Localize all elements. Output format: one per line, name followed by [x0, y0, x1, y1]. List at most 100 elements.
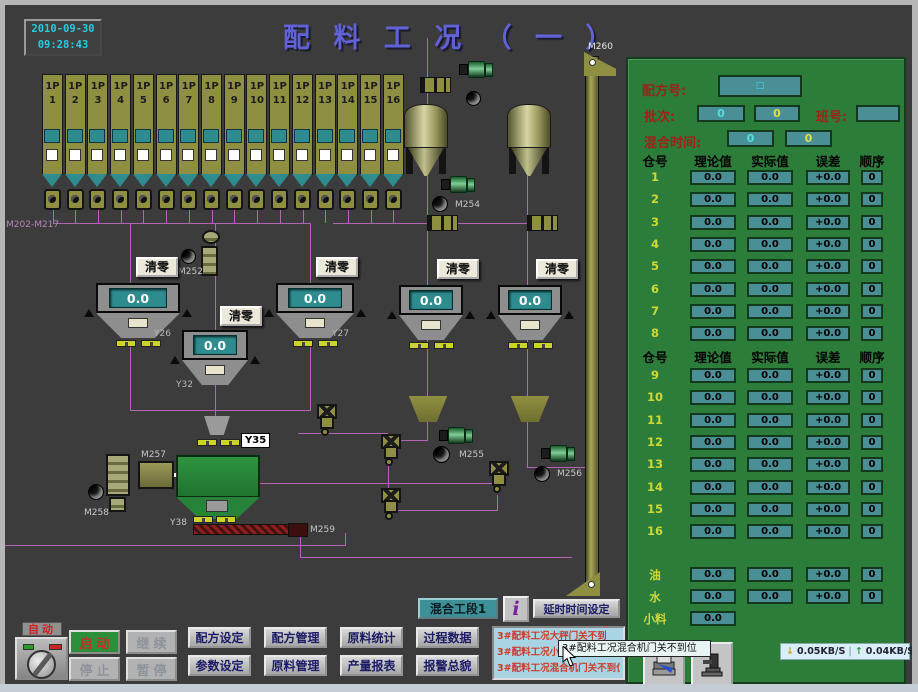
pause-button[interactable]: 暂停 — [126, 657, 177, 681]
bin-label: 1P10 — [247, 80, 266, 107]
clear-button[interactable]: 清零 — [136, 257, 178, 277]
material-row: 60.00.0+0.00 — [628, 282, 904, 298]
bin-status-box — [296, 149, 308, 161]
bin-level-indicator — [226, 129, 242, 143]
pump-base-icon — [109, 497, 126, 512]
bin-number: 5 — [636, 259, 674, 273]
order-value: 0 — [861, 589, 883, 604]
menu-button[interactable]: 配方设定 — [188, 627, 251, 648]
theoretical-value: 0.0 — [690, 326, 736, 341]
scale-label: Y26 — [154, 329, 171, 339]
motor-label-m259: M259 — [310, 525, 335, 535]
bin-outlet-cone — [133, 174, 153, 187]
error-value: +0.0 — [806, 567, 850, 582]
elevator-bearing — [589, 59, 596, 66]
rotary-knob-icon[interactable] — [27, 650, 56, 679]
start-button[interactable]: 启动 — [69, 630, 120, 654]
actual-value: 0.0 — [747, 170, 793, 185]
delay-time-setting-button[interactable]: 延时时间设定 — [533, 599, 620, 618]
bin-number: 4 — [636, 237, 674, 251]
clear-button[interactable]: 清零 — [437, 259, 479, 279]
order-value: 0 — [861, 524, 883, 539]
feeder-valve-icon — [158, 189, 175, 210]
bin-outlet-cone — [246, 174, 266, 187]
storage-bin: 1P3 — [87, 74, 108, 175]
manual-led — [49, 644, 62, 650]
bin-level-indicator — [317, 129, 333, 143]
gate-indicator — [193, 516, 236, 523]
actual-value: 0.0 — [747, 368, 793, 383]
menu-button[interactable]: 参数设定 — [188, 655, 251, 676]
actual-value: 0.0 — [747, 215, 793, 230]
pipe — [98, 210, 99, 223]
theoretical-value: 0.0 — [690, 502, 736, 517]
clear-button[interactable]: 清零 — [220, 306, 262, 326]
table-header-row: 仓号理论值实际值误差顺序 — [628, 151, 904, 166]
bin-outlet-cone — [156, 174, 176, 187]
motor-label-m256: M256 — [557, 469, 582, 479]
resume-button[interactable]: 继续 — [126, 630, 177, 654]
actual-value: 0.0 — [747, 457, 793, 472]
pipe — [371, 210, 372, 223]
weigh-hopper-y26: 清零 0.0 Y26 — [96, 283, 180, 347]
pipe — [300, 557, 572, 558]
stop-button[interactable]: 停止 — [69, 657, 120, 681]
bin-number: 1 — [636, 170, 674, 184]
shift-label: 班号: — [816, 106, 847, 125]
rotary-feeder-icon — [201, 246, 218, 276]
mixing-section-button[interactable]: 混合工段1 — [418, 598, 498, 619]
actual-value: 0.0 — [747, 259, 793, 274]
mode-selector-switch[interactable] — [15, 637, 68, 680]
order-value: 0 — [861, 259, 883, 274]
weigh-hopper-4: 清零 0.0 — [399, 285, 463, 349]
menu-button[interactable]: 产量报表 — [340, 655, 403, 676]
menu-button[interactable]: 报警总貌 — [416, 655, 479, 676]
actual-value: 0.0 — [747, 435, 793, 450]
status-indicator-icon — [466, 91, 481, 106]
order-value: 0 — [861, 237, 883, 252]
clear-button[interactable]: 清零 — [316, 257, 358, 277]
divider: | — [848, 646, 851, 657]
theoretical-value: 0.0 — [690, 192, 736, 207]
bin-outlet-cone — [65, 174, 85, 187]
mixer-gate — [206, 500, 228, 512]
material-row: 油0.00.0+0.00 — [628, 567, 904, 583]
weigh-hopper-y32: 清零 0.0 Y32 — [182, 330, 248, 385]
pipe — [427, 176, 428, 286]
bin-number: 2 — [636, 192, 674, 206]
pipe — [257, 483, 497, 484]
menu-button[interactable]: 原料统计 — [340, 627, 403, 648]
order-value: 0 — [861, 282, 883, 297]
order-value: 0 — [861, 502, 883, 517]
theoretical-value: 0.0 — [690, 611, 736, 626]
pipe — [427, 422, 428, 440]
actual-value: 0.0 — [747, 390, 793, 405]
batch-value-field: 0 — [697, 105, 745, 122]
bin-level-indicator — [203, 129, 219, 143]
status-indicator-icon — [432, 196, 448, 212]
actual-value: 0.0 — [747, 192, 793, 207]
column-header: 实际值 — [744, 151, 796, 170]
storage-bin: 1P2 — [65, 74, 86, 175]
clear-button[interactable]: 清零 — [536, 259, 578, 279]
error-value: +0.0 — [806, 304, 850, 319]
weigh-hopper-5: 清零 0.0 — [498, 285, 562, 349]
material-row: 40.00.0+0.00 — [628, 237, 904, 253]
menu-button[interactable]: 原料管理 — [264, 655, 327, 676]
window-frame-bottom — [0, 684, 918, 692]
menu-button[interactable]: 配方管理 — [264, 627, 327, 648]
order-value: 0 — [861, 170, 883, 185]
bin-level-indicator — [271, 129, 287, 143]
info-button[interactable]: i — [503, 596, 529, 622]
clock-time: 09:28:43 — [26, 37, 100, 53]
window-frame-right — [912, 0, 918, 692]
pipe — [257, 210, 258, 223]
bin-status-box — [91, 149, 103, 161]
batch-label: 批次: — [644, 106, 675, 125]
bin-level-indicator — [339, 129, 355, 143]
feeder-valve-icon — [89, 189, 106, 210]
valve-icon — [527, 215, 558, 231]
pipe — [310, 345, 311, 411]
menu-button[interactable]: 过程数据 — [416, 627, 479, 648]
pipe — [527, 422, 528, 467]
